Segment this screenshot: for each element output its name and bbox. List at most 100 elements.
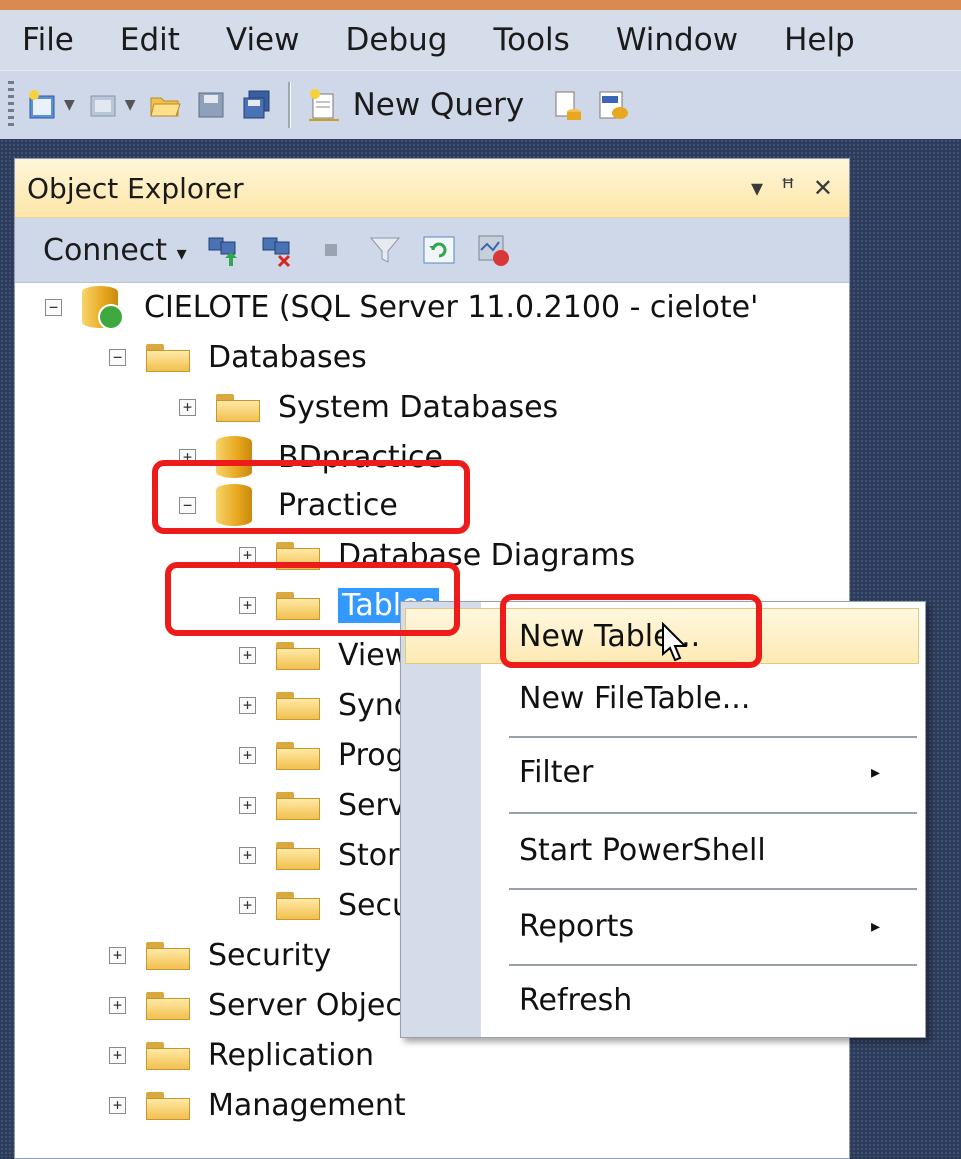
close-icon[interactable]: ✕ xyxy=(813,174,833,202)
window-top-border xyxy=(0,0,961,10)
menu-separator xyxy=(509,812,917,814)
highlight-box-tables xyxy=(165,562,460,636)
menu-separator xyxy=(509,888,917,890)
chevron-down-icon[interactable]: ▼ xyxy=(125,97,136,113)
filter-icon[interactable] xyxy=(367,232,403,268)
folder-icon xyxy=(146,1090,190,1120)
object-explorer-titlebar: Object Explorer ▾ ꟸ ✕ xyxy=(15,159,849,218)
folder-icon xyxy=(146,1040,190,1070)
new-project-icon xyxy=(29,90,55,119)
stop-icon[interactable] xyxy=(313,232,349,268)
menu-separator xyxy=(509,736,917,738)
server-running-icon xyxy=(82,286,124,330)
menu-file[interactable]: File xyxy=(0,10,98,70)
menu-item-start-powershell[interactable]: Start PowerShell xyxy=(519,824,766,878)
standard-toolbar: ▼ ▼ New Query xyxy=(0,70,961,139)
folder-icon xyxy=(216,392,260,422)
connect-server-icon[interactable] xyxy=(205,232,241,268)
menu-tools[interactable]: Tools xyxy=(471,10,593,70)
new-query-button[interactable]: New Query xyxy=(307,87,525,123)
expand-toggle[interactable]: + xyxy=(239,696,256,714)
titlebar-controls: ▾ ꟸ ✕ xyxy=(751,174,833,202)
menu-item-new-filetable[interactable]: New FileTable... xyxy=(519,672,750,726)
expand-toggle[interactable]: + xyxy=(109,1096,126,1114)
menu-item-reports[interactable]: Reports xyxy=(519,900,634,954)
analysis-query-button[interactable] xyxy=(596,88,630,122)
highlight-box-practice xyxy=(152,460,470,534)
tree-node-label: Security xyxy=(208,937,332,973)
collapse-toggle[interactable]: − xyxy=(109,348,126,366)
tree-node-views[interactable]: + Views xyxy=(239,633,425,677)
folder-icon xyxy=(276,640,320,670)
tree-node-server-objects[interactable]: + Server Objects xyxy=(109,983,429,1027)
expand-toggle[interactable]: + xyxy=(109,946,126,964)
menu-edit[interactable]: Edit xyxy=(98,10,204,70)
tree-node-security[interactable]: + Security xyxy=(109,933,331,977)
folder-icon xyxy=(146,990,190,1020)
object-explorer-title: Object Explorer xyxy=(27,171,244,205)
pin-icon[interactable]: ꟸ xyxy=(781,174,795,202)
expand-toggle[interactable]: + xyxy=(109,1046,126,1064)
menu-item-refresh[interactable]: Refresh xyxy=(519,974,632,1028)
save-all-icon xyxy=(243,90,270,119)
tree-node-label: Server Objects xyxy=(208,987,430,1023)
collapse-toggle[interactable]: − xyxy=(45,298,62,316)
window-position-dropdown-icon[interactable]: ▾ xyxy=(751,174,763,202)
save-icon xyxy=(198,92,224,118)
highlight-box-new-table xyxy=(500,594,762,668)
expand-toggle[interactable]: + xyxy=(179,398,196,416)
mdx-query-icon xyxy=(599,91,629,119)
folder-icon xyxy=(276,740,320,770)
chevron-down-icon[interactable]: ▼ xyxy=(64,97,75,113)
menu-help[interactable]: Help xyxy=(762,10,879,70)
menu-debug[interactable]: Debug xyxy=(324,10,472,70)
menu-view[interactable]: View xyxy=(204,10,324,70)
activity-monitor-icon[interactable] xyxy=(475,232,511,268)
tree-node-databases[interactable]: − Databases xyxy=(109,335,367,379)
database-engine-query-button[interactable] xyxy=(550,88,584,122)
open-file-button[interactable] xyxy=(148,88,182,122)
expand-toggle[interactable]: + xyxy=(239,746,256,764)
connect-label: Connect xyxy=(43,232,168,268)
refresh-icon[interactable] xyxy=(421,232,457,268)
disconnect-server-icon[interactable] xyxy=(259,232,295,268)
folder-icon xyxy=(146,940,190,970)
expand-toggle[interactable]: + xyxy=(239,796,256,814)
connect-button[interactable]: Connect ▾ xyxy=(43,233,187,268)
mouse-pointer-icon xyxy=(662,622,688,662)
toolbar-separator xyxy=(287,82,291,128)
menu-separator xyxy=(509,964,917,966)
tree-node-system-databases[interactable]: + System Databases xyxy=(179,385,558,429)
tree-node-label: Replication xyxy=(208,1037,375,1073)
expand-toggle[interactable]: + xyxy=(239,896,256,914)
folder-icon xyxy=(276,890,320,920)
new-query-label: New Query xyxy=(352,87,525,123)
submenu-arrow-icon: ▸ xyxy=(871,762,881,783)
expand-toggle[interactable]: + xyxy=(239,646,256,664)
tree-node-server[interactable]: − CIELOTE (SQL Server 11.0.2100 - cielot… xyxy=(45,285,758,330)
tree-node-label: Management xyxy=(208,1087,406,1123)
menu-window[interactable]: Window xyxy=(594,10,762,70)
object-explorer-toolbar: Connect ▾ xyxy=(15,218,849,283)
toolbar-grip[interactable] xyxy=(8,81,14,129)
tree-node-replication[interactable]: + Replication xyxy=(109,1033,374,1077)
folder-icon xyxy=(276,690,320,720)
tree-node-label: Databases xyxy=(208,339,367,375)
database-query-icon xyxy=(555,91,582,120)
menu-bar: File Edit View Debug Tools Window Help xyxy=(0,10,961,70)
save-all-button[interactable] xyxy=(240,88,274,122)
tree-node-management[interactable]: + Management xyxy=(109,1083,406,1127)
expand-toggle[interactable]: + xyxy=(109,996,126,1014)
add-item-button[interactable]: ▼ xyxy=(87,88,136,122)
expand-toggle[interactable]: + xyxy=(239,846,256,864)
open-folder-icon xyxy=(149,97,181,117)
new-query-icon xyxy=(308,89,339,121)
new-project-button[interactable]: ▼ xyxy=(26,88,75,122)
menu-item-filter[interactable]: Filter xyxy=(519,746,593,800)
folder-icon xyxy=(146,342,190,372)
chevron-down-icon: ▾ xyxy=(176,240,187,265)
save-button[interactable] xyxy=(194,88,228,122)
expand-toggle[interactable]: + xyxy=(239,546,256,564)
submenu-arrow-icon: ▸ xyxy=(871,916,881,937)
add-item-icon xyxy=(90,95,116,117)
